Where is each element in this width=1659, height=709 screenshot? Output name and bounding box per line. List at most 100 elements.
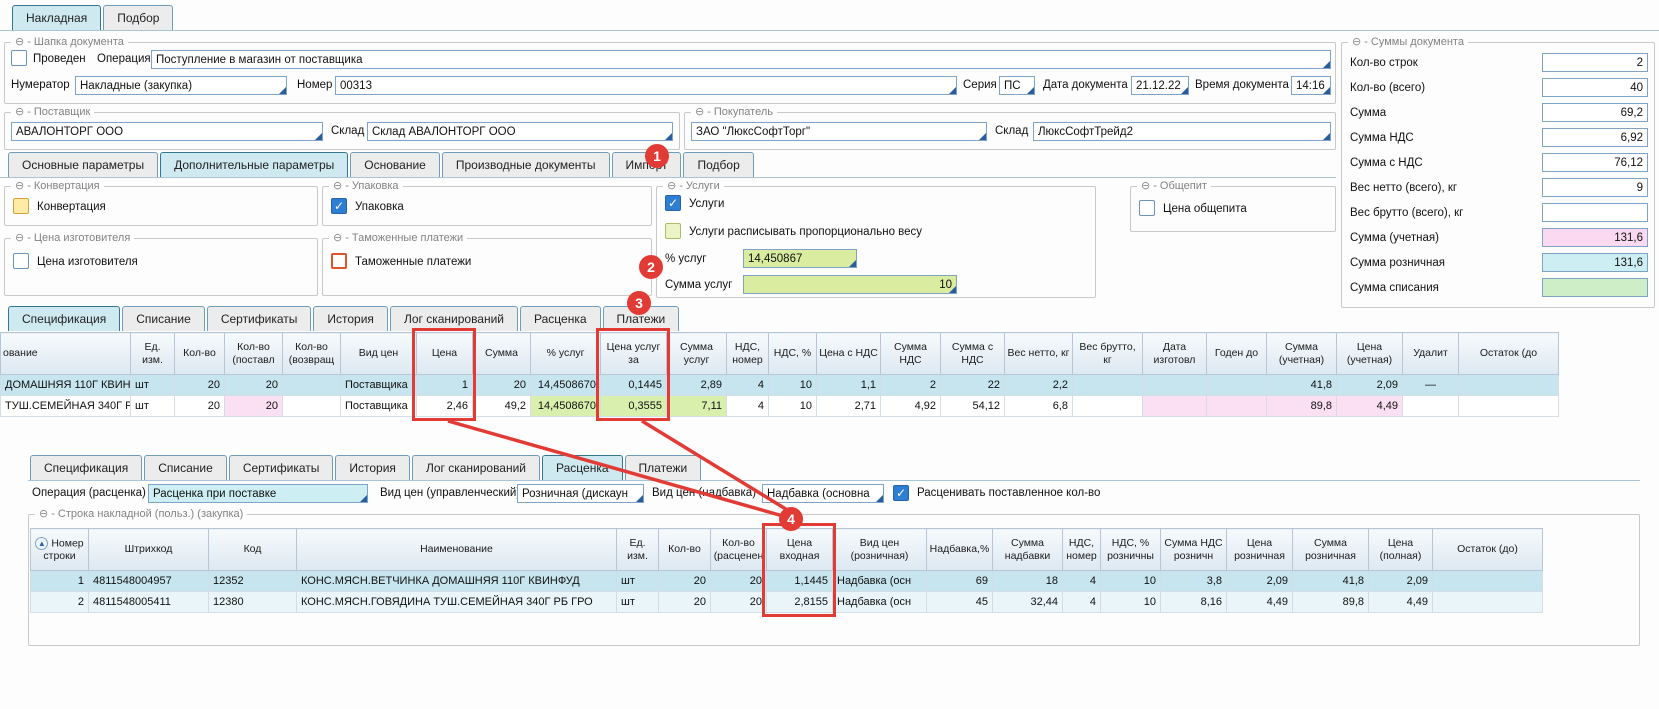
collapse-icon[interactable]: ⊖ <box>15 179 24 192</box>
cell[interactable] <box>283 396 341 417</box>
tab[interactable]: Подбор <box>683 152 753 177</box>
sum-field[interactable] <box>1542 203 1648 222</box>
cell[interactable]: 10 <box>769 375 817 396</box>
cell[interactable]: шт <box>131 375 175 396</box>
date-field[interactable]: 21.12.22 <box>1131 76 1189 95</box>
column-header[interactable]: % услуг <box>531 333 601 375</box>
cell[interactable]: 2,09 <box>1337 375 1403 396</box>
tab[interactable]: Лог сканирований <box>390 306 518 331</box>
cell[interactable]: 4 <box>727 375 769 396</box>
rascenka-qty-checkbox[interactable]: ✓ <box>893 485 909 501</box>
conversion-checkbox[interactable] <box>13 198 29 214</box>
table-row[interactable]: ТУШ.СЕМЕЙНАЯ 340Г Ршт2020Поставщика2,464… <box>1 396 1559 417</box>
cell[interactable]: 4811548004957 <box>89 571 209 592</box>
collapse-icon[interactable]: ⊖ <box>15 35 24 48</box>
tab[interactable]: Сертификаты <box>229 455 334 480</box>
cell[interactable]: 41,8 <box>1293 571 1369 592</box>
tab[interactable]: История <box>335 455 410 480</box>
column-header[interactable]: НДС, номер <box>727 333 769 375</box>
cell[interactable]: 69 <box>927 571 993 592</box>
cell[interactable] <box>1073 396 1143 417</box>
column-header[interactable]: Ед. изм. <box>617 529 659 571</box>
column-header[interactable]: Вес нетто, кг <box>1005 333 1073 375</box>
collapse-icon[interactable]: ⊖ <box>333 179 342 192</box>
cell[interactable] <box>1459 396 1559 417</box>
cell[interactable]: 0,3555 <box>601 396 667 417</box>
tab[interactable]: Производные документы <box>442 152 610 177</box>
cell[interactable]: 1,1 <box>817 375 881 396</box>
column-header[interactable]: Кол-во (поставл <box>225 333 283 375</box>
collapse-icon[interactable]: ⊖ <box>1141 179 1150 192</box>
services-percent-field[interactable]: 14,450867 <box>743 249 857 268</box>
series-field[interactable]: ПС <box>999 76 1035 95</box>
cell[interactable]: 20 <box>225 375 283 396</box>
tab[interactable]: Дополнительные параметры <box>160 152 348 177</box>
cell[interactable]: 4 <box>1063 571 1101 592</box>
cell[interactable]: 20 <box>711 592 767 613</box>
services-sum-field[interactable]: 10 <box>743 275 957 294</box>
sum-field[interactable]: 69,2 <box>1542 103 1648 122</box>
time-field[interactable]: 14:16 <box>1291 76 1331 95</box>
buyer-name-field[interactable]: ЗАО "ЛюксСофтТорг" <box>691 122 987 141</box>
column-header[interactable]: НДС, % розничны <box>1101 529 1161 571</box>
column-header[interactable]: Сумма НДС розничн <box>1161 529 1227 571</box>
column-header[interactable]: Сумма НДС <box>881 333 941 375</box>
cell[interactable]: 10 <box>769 396 817 417</box>
cell[interactable]: КОНС.МЯСН.ГОВЯДИНА ТУШ.СЕМЕЙНАЯ 340Г РБ … <box>297 592 617 613</box>
cell[interactable] <box>1207 375 1267 396</box>
column-header[interactable]: Вид цен <box>341 333 417 375</box>
column-header[interactable]: Сумма надбавки <box>993 529 1063 571</box>
column-header[interactable]: НДС, номер <box>1063 529 1101 571</box>
column-header[interactable]: Остаток (до) <box>1433 529 1543 571</box>
tab[interactable]: История <box>313 306 388 331</box>
cell[interactable]: 22 <box>941 375 1005 396</box>
numerator-field[interactable]: Накладные (закупка) <box>75 76 287 95</box>
column-header[interactable]: Ед. изм. <box>131 333 175 375</box>
sum-field[interactable]: 6,92 <box>1542 128 1648 147</box>
cell[interactable]: 49,2 <box>473 396 531 417</box>
cell[interactable]: КОНС.МЯСН.ВЕТЧИНКА ДОМАШНЯЯ 110Г КВИНФУД <box>297 571 617 592</box>
cell[interactable]: 4,92 <box>881 396 941 417</box>
tab[interactable]: Накладная <box>12 5 101 30</box>
table-row[interactable]: ДОМАШНЯЯ 110Г КВИНшт2020Поставщика12014,… <box>1 375 1559 396</box>
cell[interactable]: 4811548005411 <box>89 592 209 613</box>
cell[interactable]: 20 <box>473 375 531 396</box>
cell[interactable]: Надбавка (осн <box>833 592 927 613</box>
price-type-mgmt-field[interactable]: Розничная (дискаун <box>517 484 644 503</box>
column-header[interactable]: Кол-во (расценен <box>711 529 767 571</box>
column-header[interactable]: Сумма услуг <box>667 333 727 375</box>
operation-field[interactable]: Поступление в магазин от поставщика <box>151 50 1331 69</box>
cell[interactable] <box>283 375 341 396</box>
cell[interactable]: 2,89 <box>667 375 727 396</box>
tab[interactable]: Списание <box>144 455 227 480</box>
cell[interactable]: 18 <box>993 571 1063 592</box>
tab[interactable]: Списание <box>122 306 205 331</box>
cell[interactable]: 4,49 <box>1369 592 1433 613</box>
cell[interactable] <box>1143 375 1207 396</box>
cell[interactable]: 2,09 <box>1369 571 1433 592</box>
cell[interactable]: 41,8 <box>1267 375 1337 396</box>
tab[interactable]: Спецификация <box>8 306 120 331</box>
collapse-icon[interactable]: ⊖ <box>1352 35 1361 48</box>
collapse-icon[interactable]: ⊖ <box>333 231 342 244</box>
tab[interactable]: Расценка <box>542 455 623 480</box>
cell[interactable]: 45 <box>927 592 993 613</box>
cell[interactable]: 12380 <box>209 592 297 613</box>
invoice-line-table[interactable]: ▲Номер строкиШтрихкодКодНаименованиеЕд. … <box>30 528 1543 613</box>
cell[interactable]: ТУШ.СЕМЕЙНАЯ 340Г Р <box>1 396 131 417</box>
catering-checkbox[interactable] <box>1139 200 1155 216</box>
cell[interactable]: Поставщика <box>341 396 417 417</box>
sum-field[interactable]: 131,6 <box>1542 228 1648 247</box>
cell[interactable]: шт <box>131 396 175 417</box>
collapse-icon[interactable]: ⊖ <box>667 179 676 192</box>
cell[interactable]: 8,16 <box>1161 592 1227 613</box>
collapse-icon[interactable]: ⊖ <box>15 231 24 244</box>
cell[interactable] <box>1073 375 1143 396</box>
cell[interactable]: 4,49 <box>1227 592 1293 613</box>
column-header[interactable]: Цена (полная) <box>1369 529 1433 571</box>
collapse-icon[interactable]: ⊖ <box>695 105 704 118</box>
column-header[interactable]: Сумма <box>473 333 531 375</box>
sum-field[interactable]: 40 <box>1542 78 1648 97</box>
cell[interactable]: 12352 <box>209 571 297 592</box>
cell[interactable]: 89,8 <box>1267 396 1337 417</box>
